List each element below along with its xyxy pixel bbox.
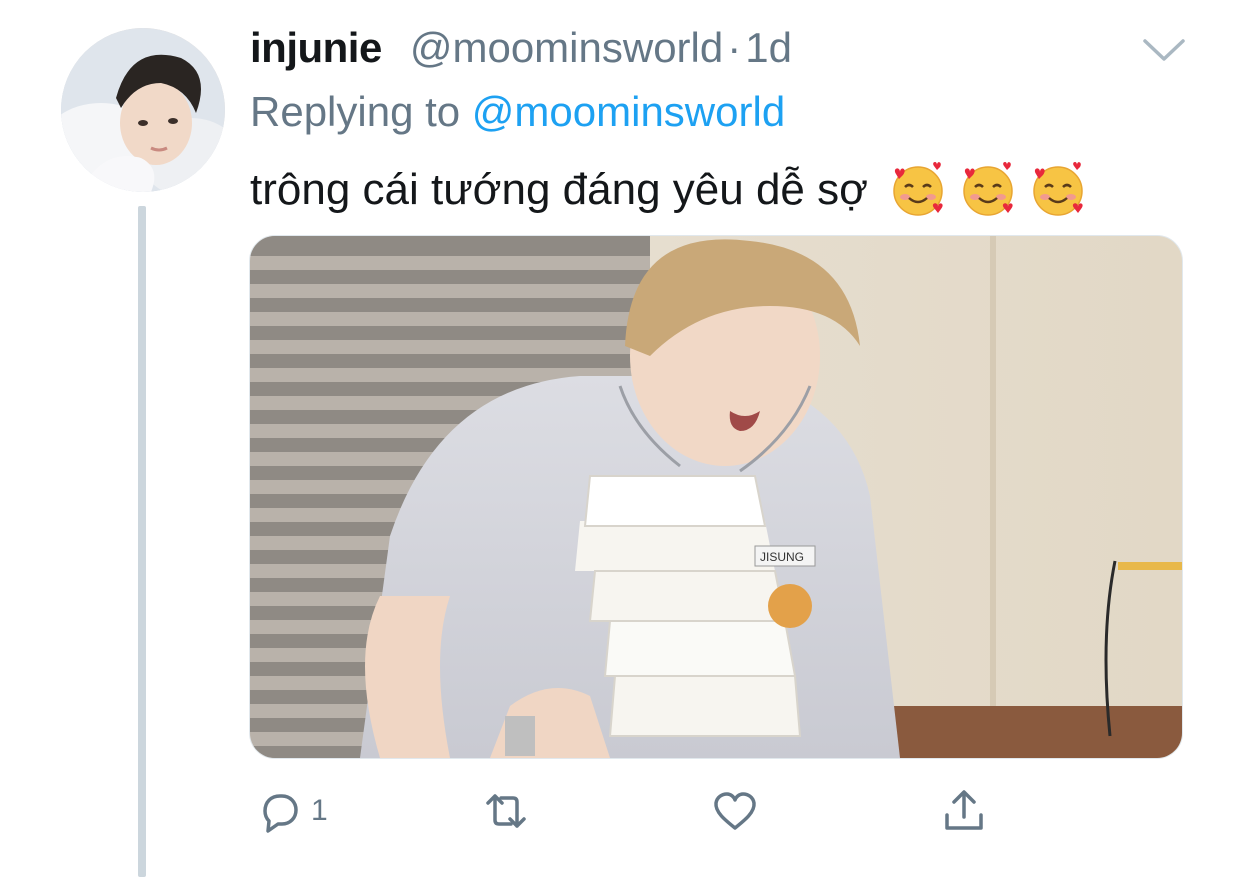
tweet[interactable]: injunie @moominsworld · 1d Replying to @… — [0, 0, 1242, 877]
smiling-face-with-hearts-icon — [1028, 160, 1088, 220]
replying-to-mention-link[interactable]: @moominsworld — [472, 88, 785, 135]
user-handle[interactable]: @moominsworld — [410, 24, 723, 72]
smiling-face-with-hearts-icon — [888, 160, 948, 220]
tweet-header: injunie @moominsworld · 1d — [250, 24, 792, 84]
emoji-row — [888, 160, 1088, 220]
replying-to-line: Replying to @moominsworld — [250, 88, 785, 136]
smiling-face-with-hearts-icon — [958, 160, 1018, 220]
timestamp[interactable]: 1d — [745, 24, 792, 72]
retweet-button[interactable] — [482, 786, 538, 836]
tweet-photo[interactable]: JISUNG — [249, 235, 1183, 759]
photo-illustration: JISUNG — [250, 236, 1182, 758]
heart-icon — [714, 792, 756, 830]
avatar[interactable] — [61, 28, 225, 192]
display-name[interactable]: injunie — [250, 24, 382, 72]
replying-prefix: Replying to — [250, 88, 461, 135]
tweet-actions: 1 — [0, 786, 1242, 836]
thread-line — [138, 206, 146, 877]
retweet-icon — [486, 794, 526, 828]
share-button[interactable] — [940, 786, 988, 836]
reply-icon — [263, 794, 298, 833]
chevron-down-icon[interactable] — [1142, 38, 1186, 64]
reply-button[interactable]: 1 — [255, 786, 328, 836]
tweet-text: trông cái tướng đáng yêu dễ sợ — [250, 160, 1088, 220]
separator-dot: · — [727, 24, 742, 71]
tweet-body: trông cái tướng đáng yêu dễ sợ — [250, 165, 868, 214]
share-icon — [945, 790, 983, 830]
like-button[interactable] — [711, 786, 767, 836]
photo-name-tag: JISUNG — [760, 550, 804, 564]
avatar-image — [61, 28, 225, 192]
reply-count: 1 — [311, 794, 328, 827]
